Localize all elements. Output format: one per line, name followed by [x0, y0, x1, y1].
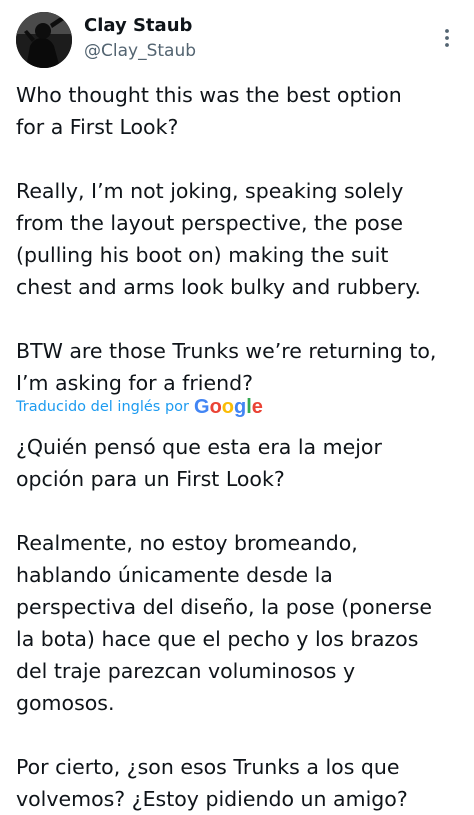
translated-by-label[interactable]: Traducido del inglés por: [16, 399, 189, 415]
user-handle[interactable]: @Clay_Staub: [84, 39, 196, 63]
google-logo-letter: G: [194, 396, 210, 418]
google-logo-letter: e: [251, 396, 263, 418]
google-logo-letter: o: [209, 396, 222, 418]
google-logo-letter: o: [221, 396, 234, 418]
avatar[interactable]: [16, 12, 72, 68]
more-vertical-icon[interactable]: [440, 26, 454, 50]
tweet-original-text: Who thought this was the best option for…: [16, 83, 437, 395]
display-name[interactable]: Clay Staub: [84, 14, 196, 38]
author-names: Clay Staub @Clay_Staub: [84, 14, 196, 63]
profile-avatar-icon: [16, 12, 72, 68]
tweet-translated-text: ¿Quién pensó que esta era la mejor opció…: [16, 435, 432, 811]
translation-attribution: Traducido del inglés por Google: [16, 394, 263, 420]
google-logo-letter: g: [234, 396, 247, 418]
tweet-header: Clay Staub @Clay_Staub: [0, 0, 474, 80]
google-logo: Google: [194, 394, 263, 420]
